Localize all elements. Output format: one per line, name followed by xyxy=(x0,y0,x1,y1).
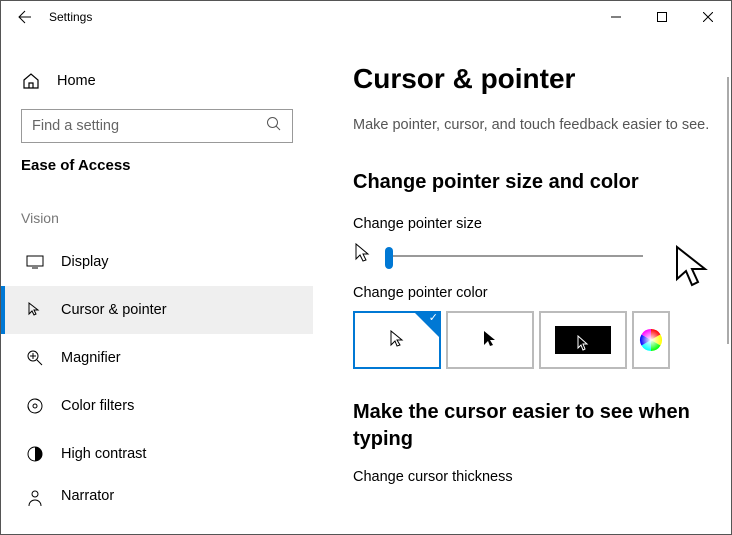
sidebar-item-label: Cursor & pointer xyxy=(61,302,167,318)
cursor-thickness-label: Change cursor thickness xyxy=(353,469,731,485)
main-content: Cursor & pointer Make pointer, cursor, a… xyxy=(313,33,731,534)
pointer-color-black[interactable] xyxy=(446,311,534,369)
magnifier-icon xyxy=(25,348,45,368)
search-field[interactable] xyxy=(32,118,266,134)
sidebar-item-cursor-pointer[interactable]: Cursor & pointer xyxy=(1,286,313,334)
minimize-button[interactable] xyxy=(593,1,639,33)
pointer-color-inverted[interactable] xyxy=(539,311,627,369)
scrollbar[interactable] xyxy=(727,77,729,344)
sidebar-item-label: Display xyxy=(61,254,109,270)
home-label: Home xyxy=(57,73,96,89)
category-heading: Ease of Access xyxy=(1,157,313,174)
sidebar-item-color-filters[interactable]: Color filters xyxy=(1,382,313,430)
display-icon xyxy=(25,252,45,272)
pointer-color-white[interactable]: ✓ xyxy=(353,311,441,369)
search-input[interactable] xyxy=(21,109,293,143)
color-filters-icon xyxy=(25,396,45,416)
page-title: Cursor & pointer xyxy=(353,63,731,95)
back-button[interactable] xyxy=(1,1,45,33)
section-heading-size-color: Change pointer size and color xyxy=(353,169,731,196)
window-title: Settings xyxy=(49,10,92,24)
search-icon xyxy=(266,116,282,137)
slider-thumb[interactable] xyxy=(385,247,393,269)
sidebar-item-label: Color filters xyxy=(61,398,134,414)
titlebar: Settings xyxy=(1,1,731,33)
sidebar-item-label: Magnifier xyxy=(61,350,121,366)
maximize-button[interactable] xyxy=(639,1,685,33)
sidebar-item-magnifier[interactable]: Magnifier xyxy=(1,334,313,382)
high-contrast-icon xyxy=(25,444,45,464)
sidebar-item-label: Narrator xyxy=(61,488,114,504)
home-icon xyxy=(21,71,41,91)
cursor-pointer-icon xyxy=(25,300,45,320)
small-cursor-icon xyxy=(353,242,371,269)
page-subtitle: Make pointer, cursor, and touch feedback… xyxy=(353,117,731,133)
narrator-icon xyxy=(25,488,45,508)
home-nav-item[interactable]: Home xyxy=(1,61,313,101)
large-cursor-icon xyxy=(673,245,713,291)
pointer-size-label: Change pointer size xyxy=(353,216,731,232)
pointer-color-custom[interactable] xyxy=(632,311,670,369)
sidebar-item-high-contrast[interactable]: High contrast xyxy=(1,430,313,478)
section-heading-cursor-typing: Make the cursor easier to see when typin… xyxy=(353,399,731,453)
sidebar-item-narrator[interactable]: Narrator xyxy=(1,478,313,508)
sidebar-item-label: High contrast xyxy=(61,446,146,462)
close-button[interactable] xyxy=(685,1,731,33)
sidebar-item-display[interactable]: Display xyxy=(1,238,313,286)
pointer-size-slider[interactable] xyxy=(385,244,643,268)
sidebar: Home Ease of Access Vision Display Curso… xyxy=(1,33,313,534)
group-label-vision: Vision xyxy=(1,210,313,226)
